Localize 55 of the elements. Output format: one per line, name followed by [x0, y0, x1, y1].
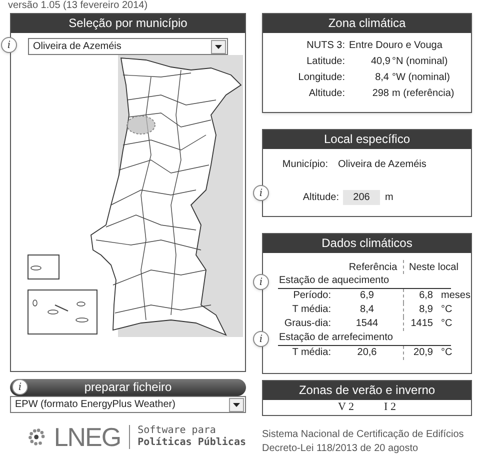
field-label: Longitude: — [297, 71, 346, 85]
local-value: 1415 — [403, 317, 433, 331]
local-value: 20,9 — [403, 346, 433, 360]
panel-header: Dados climáticos — [263, 234, 471, 253]
unit-text: °C — [441, 303, 452, 317]
info-icon[interactable]: i — [253, 274, 269, 290]
winter-zone: I 2 — [384, 400, 396, 415]
field-value: Oliveira de Azeméis — [338, 158, 426, 172]
unit-text: °C — [441, 346, 452, 360]
version-text: versão 1.05 (13 fevereiro 2014) — [7, 0, 148, 12]
unit-text: m (referência) — [392, 87, 454, 101]
logo-tagline: Políticas Públicas — [138, 437, 246, 449]
footer-text: Sistema Nacional de Certificação de Edifícios — [262, 428, 465, 442]
section-title: Estação de arrefecimento — [278, 331, 451, 346]
unit-text: °C — [441, 317, 452, 331]
field-label: Período: — [292, 289, 331, 303]
panel-header: Zonas de verão e inverno — [263, 381, 471, 400]
field-label: T média: — [291, 346, 331, 360]
info-icon[interactable]: i — [253, 185, 269, 201]
reference-value: 1544 — [354, 317, 380, 331]
unit-text: meses — [441, 289, 470, 303]
logo-tagline: Software para — [138, 425, 217, 436]
info-icon[interactable]: i — [253, 331, 269, 347]
field-label: Latitude: — [306, 55, 346, 69]
panel-header: Seleção por município — [11, 14, 245, 33]
field-value: 298 — [371, 87, 389, 101]
column-header: Neste local — [403, 260, 458, 274]
field-value: 8,4 — [374, 71, 389, 85]
unit-text: °N (nominal) — [392, 55, 448, 69]
unit-text: °W (nominal) — [392, 71, 450, 85]
field-label: Graus-dia: — [283, 317, 331, 331]
field-label: T média: — [291, 303, 331, 317]
summer-zone: V 2 — [338, 400, 354, 415]
column-header: Referência — [348, 261, 398, 274]
reference-value: 6,9 — [359, 289, 375, 303]
field-value: Entre Douro e Vouga — [349, 39, 444, 53]
local-value: 6,8 — [403, 289, 433, 303]
footer-text: Decreto-Lei 118/2013 de 20 agosto — [262, 442, 420, 456]
format-dropdown[interactable]: EPW (formato EnergyPlus Weather) — [10, 396, 246, 413]
altitude-field[interactable]: 206 — [343, 190, 380, 205]
logo-wordmark: LNEG — [54, 424, 121, 450]
section-title: Estação de aquecimento — [278, 274, 451, 289]
reference-value: 8,4 — [359, 303, 375, 317]
info-icon[interactable]: i — [1, 37, 17, 53]
field-label: Altitude: — [308, 87, 346, 101]
panel-header: Local específico — [263, 130, 471, 149]
reference-value: 20,6 — [356, 346, 378, 360]
unit-text: m — [385, 191, 394, 205]
field-label: NUTS 3: — [306, 39, 346, 53]
panel-header: Zona climática — [263, 14, 471, 33]
field-label: Altitude: — [302, 191, 340, 205]
local-value: 8,9 — [403, 303, 433, 317]
municipality-dropdown[interactable]: Oliveira de Azeméis — [28, 38, 228, 55]
field-value: 40,9 — [371, 55, 389, 69]
field-label: Município: — [281, 158, 329, 172]
